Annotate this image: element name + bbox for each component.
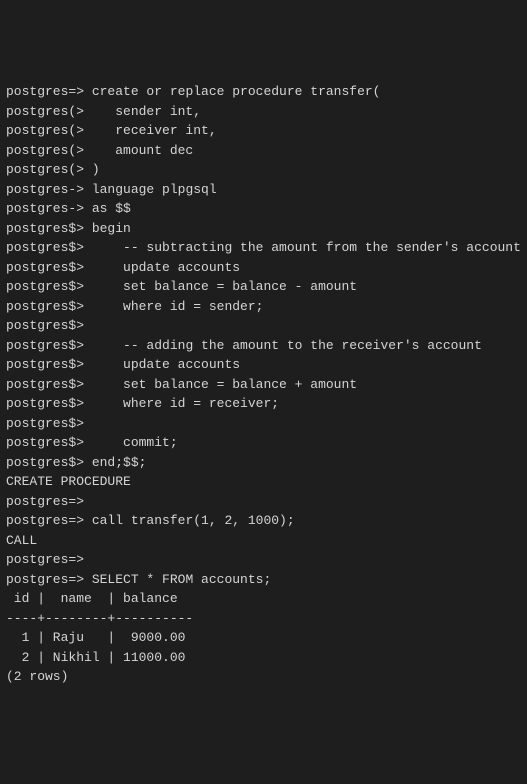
prompt: postgres=> (6, 572, 92, 587)
terminal-line: postgres(> sender int, (6, 102, 521, 122)
terminal-line: ----+--------+---------- (6, 609, 521, 629)
terminal-line: postgres$> update accounts (6, 258, 521, 278)
terminal-output: postgres=> create or replace procedure t… (6, 82, 521, 687)
prompt: postgres$> (6, 240, 123, 255)
terminal-line: postgres-> language plpgsql (6, 180, 521, 200)
prompt: postgres=> (6, 84, 92, 99)
command-text: commit; (123, 435, 178, 450)
prompt: postgres(> (6, 143, 115, 158)
command-text: -- subtracting the amount from the sende… (123, 240, 521, 255)
prompt: postgres=> (6, 494, 84, 509)
command-text: set balance = balance + amount (123, 377, 357, 392)
command-text: set balance = balance - amount (123, 279, 357, 294)
terminal-line: postgres=> call transfer(1, 2, 1000); (6, 511, 521, 531)
terminal-line: (2 rows) (6, 667, 521, 687)
terminal-line: postgres=> create or replace procedure t… (6, 82, 521, 102)
prompt: postgres-> (6, 201, 92, 216)
terminal-line: postgres(> receiver int, (6, 121, 521, 141)
command-text: create or replace procedure transfer( (92, 84, 381, 99)
prompt: postgres(> (6, 162, 92, 177)
prompt: postgres$> (6, 357, 123, 372)
terminal-line: postgres(> ) (6, 160, 521, 180)
prompt: postgres$> (6, 377, 123, 392)
prompt: postgres$> (6, 435, 123, 450)
command-text: language plpgsql (92, 182, 217, 197)
prompt: postgres$> (6, 396, 123, 411)
command-text: amount dec (115, 143, 193, 158)
command-text: receiver int, (115, 123, 216, 138)
prompt: postgres$> (6, 338, 123, 353)
output-text: CREATE PROCEDURE (6, 474, 131, 489)
prompt: postgres$> (6, 455, 92, 470)
prompt: postgres(> (6, 104, 115, 119)
output-text: id | name | balance (6, 591, 178, 606)
prompt: postgres$> (6, 299, 123, 314)
command-text: update accounts (123, 357, 240, 372)
terminal-line: postgres$> update accounts (6, 355, 521, 375)
prompt: postgres$> (6, 279, 123, 294)
command-text: ) (92, 162, 100, 177)
terminal-line: postgres=> (6, 550, 521, 570)
terminal-line: CALL (6, 531, 521, 551)
terminal-line: 1 | Raju | 9000.00 (6, 628, 521, 648)
terminal-line: postgres$> -- subtracting the amount fro… (6, 238, 521, 258)
prompt: postgres-> (6, 182, 92, 197)
terminal-line: postgres$> where id = receiver; (6, 394, 521, 414)
terminal-line: postgres$> begin (6, 219, 521, 239)
output-text: 2 | Nikhil | 11000.00 (6, 650, 185, 665)
command-text: begin (92, 221, 131, 236)
terminal-line: postgres=> SELECT * FROM accounts; (6, 570, 521, 590)
output-text: CALL (6, 533, 37, 548)
prompt: postgres$> (6, 260, 123, 275)
terminal-line: postgres$> (6, 316, 521, 336)
prompt: postgres(> (6, 123, 115, 138)
output-text: 1 | Raju | 9000.00 (6, 630, 185, 645)
terminal-line: 2 | Nikhil | 11000.00 (6, 648, 521, 668)
command-text: -- adding the amount to the receiver's a… (123, 338, 482, 353)
terminal-line: postgres=> (6, 492, 521, 512)
terminal-line: postgres(> amount dec (6, 141, 521, 161)
terminal-line: postgres-> as $$ (6, 199, 521, 219)
command-text: update accounts (123, 260, 240, 275)
prompt: postgres$> (6, 318, 84, 333)
command-text: end;$$; (92, 455, 147, 470)
command-text: as $$ (92, 201, 131, 216)
output-text: (2 rows) (6, 669, 68, 684)
terminal-line: postgres$> (6, 414, 521, 434)
terminal-line: postgres$> -- adding the amount to the r… (6, 336, 521, 356)
terminal-line: postgres$> set balance = balance - amoun… (6, 277, 521, 297)
prompt: postgres=> (6, 513, 92, 528)
terminal-line: postgres$> end;$$; (6, 453, 521, 473)
terminal-line: postgres$> set balance = balance + amoun… (6, 375, 521, 395)
terminal-line: CREATE PROCEDURE (6, 472, 521, 492)
prompt: postgres$> (6, 416, 84, 431)
terminal-line: postgres$> where id = sender; (6, 297, 521, 317)
prompt: postgres=> (6, 552, 84, 567)
command-text: sender int, (115, 104, 201, 119)
prompt: postgres$> (6, 221, 92, 236)
command-text: where id = receiver; (123, 396, 279, 411)
output-text: ----+--------+---------- (6, 611, 193, 626)
command-text: where id = sender; (123, 299, 263, 314)
terminal-line: postgres$> commit; (6, 433, 521, 453)
command-text: call transfer(1, 2, 1000); (92, 513, 295, 528)
command-text: SELECT * FROM accounts; (92, 572, 271, 587)
terminal-line: id | name | balance (6, 589, 521, 609)
